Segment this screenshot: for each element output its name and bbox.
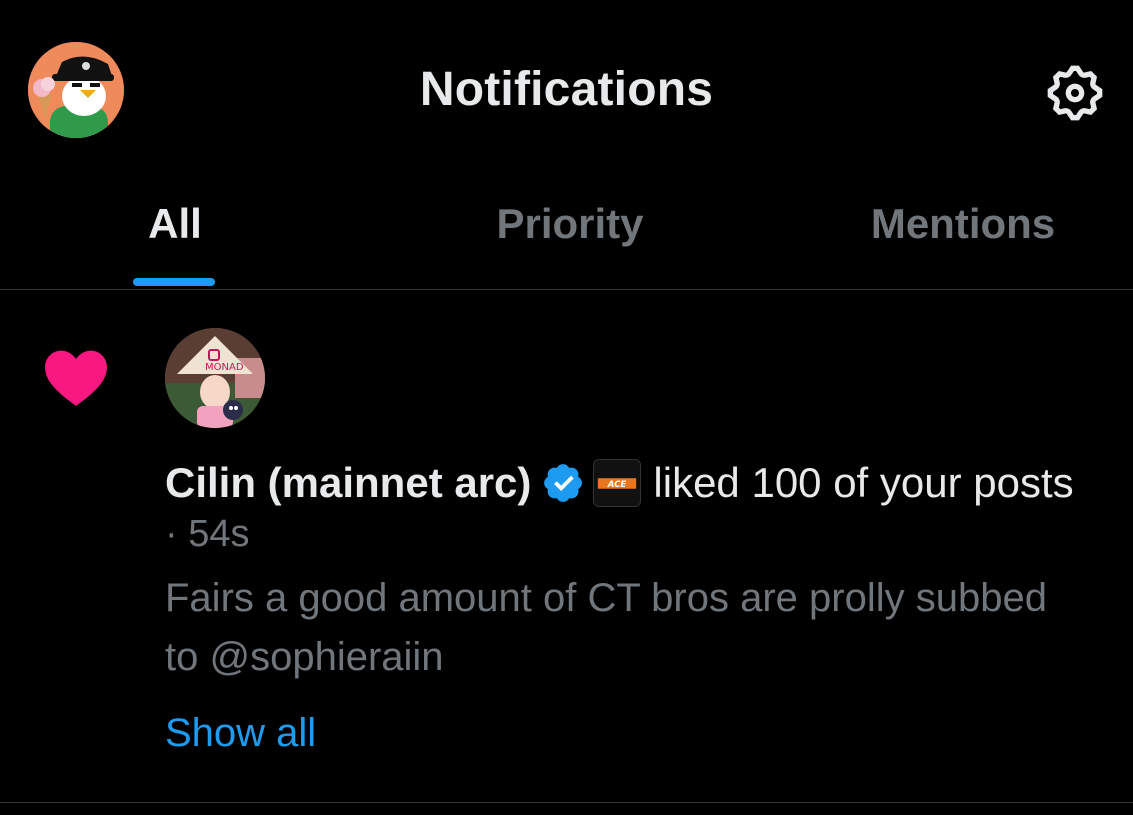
settings-button[interactable] (1040, 58, 1110, 128)
active-tab-indicator (133, 278, 215, 286)
tab-all-label: All (148, 200, 202, 247)
heart-icon (45, 350, 107, 406)
show-all-link[interactable]: Show all (165, 711, 316, 756)
notification-tabs: All Priority Mentions (0, 180, 1133, 290)
notification-action-text: liked 100 of your posts (653, 459, 1074, 506)
user-name[interactable]: Cilin (mainnet arc) (165, 459, 531, 507)
page-title: Notifications (419, 63, 714, 116)
svg-text:MONAD: MONAD (205, 362, 244, 373)
tab-all[interactable]: All (60, 180, 290, 289)
affiliate-badge[interactable]: ACE (593, 459, 642, 507)
timestamp: · 54s (165, 513, 250, 555)
anime-girl-avatar-icon: MONAD (165, 328, 265, 428)
tab-mentions[interactable]: Mentions (848, 180, 1078, 289)
post-preview-text: Fairs a good amount of CT bros are proll… (165, 576, 1047, 679)
tab-mentions-label: Mentions (870, 200, 1056, 247)
top-bar: Notifications (0, 0, 1133, 180)
tab-priority-label: Priority (496, 200, 644, 247)
verified-badge-icon (544, 464, 583, 502)
ace-logo-icon: ACE (594, 460, 641, 506)
user-avatar[interactable]: MONAD (165, 328, 265, 428)
gear-icon (1047, 65, 1103, 121)
tab-priority[interactable]: Priority (455, 180, 685, 289)
notification-headline: Cilin (mainnet arc) ACE liked 100 of you… (165, 455, 1074, 511)
affiliate-badge-text: ACE (607, 480, 627, 490)
notification-item[interactable]: MONAD Cilin (mainnet arc) ACE liked 100 … (0, 291, 1133, 803)
